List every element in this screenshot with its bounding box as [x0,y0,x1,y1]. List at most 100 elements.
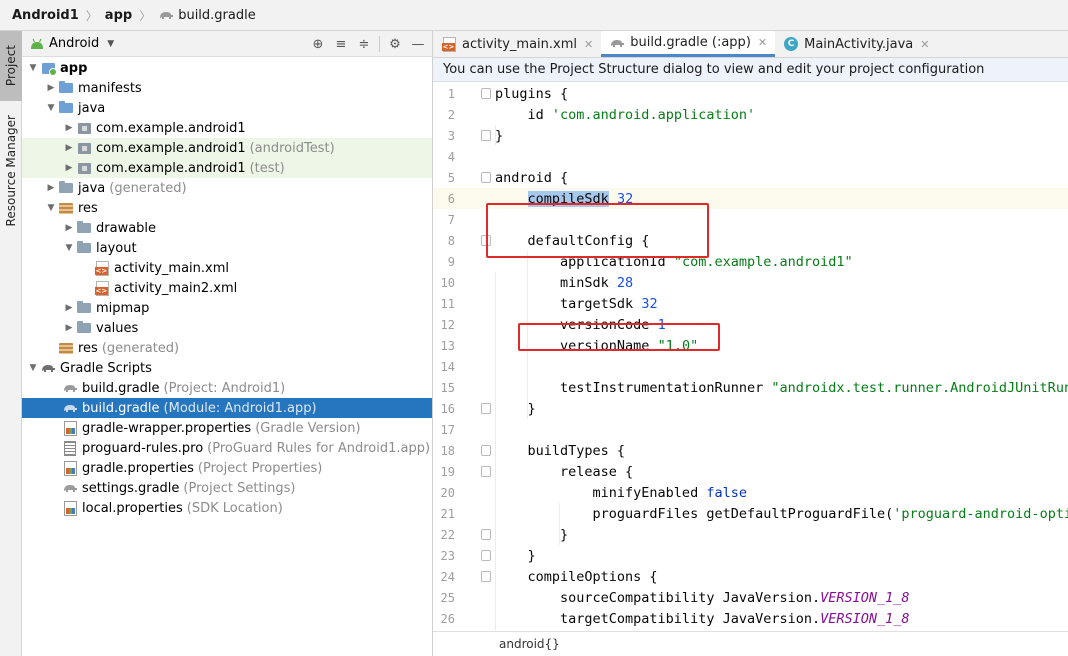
tree-item-java-generated[interactable]: ▶ java (generated) [22,178,432,198]
tree-item-mipmap[interactable]: ▶ mipmap [22,298,432,318]
tree-item-gradle-scripts[interactable]: ▼ Gradle Scripts [22,358,432,378]
tree-item-build-gradle-project[interactable]: build.gradle (Project: Android1) [22,378,432,398]
properties-file-icon [63,500,77,516]
fold-icon[interactable] [481,403,491,414]
chevron-right-icon[interactable]: ▶ [44,183,58,193]
tree-item-proguard-rules[interactable]: proguard-rules.pro (ProGuard Rules for A… [22,438,432,458]
code-breadcrumb[interactable]: android{} [433,631,1068,656]
fold-icon[interactable] [481,88,491,99]
line-number: 16 [440,401,455,416]
tree-item-label: com.example.android1 [96,120,246,136]
tree-item-label: drawable [96,220,157,236]
project-view-selector[interactable]: Android [49,36,99,51]
tree-item-package-main[interactable]: ▶ com.example.android1 [22,118,432,138]
minimize-icon[interactable]: — [410,36,426,52]
code-constant: VERSION_1_8 [820,610,910,627]
tree-item-gradle-properties[interactable]: gradle.properties (Project Properties) [22,458,432,478]
fold-icon[interactable] [481,445,491,456]
tab-activity-main-xml[interactable]: activity_main.xml ✕ [433,31,601,57]
code-line: 5 android { [433,167,1068,188]
chevron-down-icon[interactable]: ▼ [26,363,40,373]
tree-item-activity-main-xml[interactable]: activity_main.xml [22,258,432,278]
tree-item-local-properties[interactable]: local.properties (SDK Location) [22,498,432,518]
close-icon[interactable]: ✕ [584,38,593,51]
tree-item-label: activity_main2.xml [114,280,238,296]
resources-folder-icon [59,202,73,214]
fold-icon[interactable] [481,571,491,582]
line-number: 22 [440,527,455,542]
breadcrumb-project[interactable]: Android1 [12,8,79,23]
code-breadcrumb-label: android{} [499,637,560,651]
tree-item-package-androidtest[interactable]: ▶ com.example.android1 (androidTest) [22,138,432,158]
project-tree: ▼ app ▶ manifests ▼ java ▶ com.example.a… [22,57,432,518]
tree-item-gradle-wrapper-properties[interactable]: gradle-wrapper.properties (Gradle Versio… [22,418,432,438]
package-icon [77,122,91,134]
fold-icon[interactable] [481,550,491,561]
tree-item-drawable[interactable]: ▶ drawable [22,218,432,238]
code-text: targetSdk 32 [495,296,658,312]
properties-file-icon [63,420,77,436]
line-number: 18 [440,443,455,458]
line-number: 24 [440,569,455,584]
tree-item-res[interactable]: ▼ res [22,198,432,218]
tree-item-layout[interactable]: ▼ layout [22,238,432,258]
chevron-right-icon[interactable]: ▶ [62,303,76,313]
code-string: "androidx.test.runner.AndroidJUnitRunner… [771,379,1068,396]
expand-all-icon[interactable]: ≡ [333,36,349,52]
code-text: plugins { [495,85,569,102]
tree-item-label: build.gradle [82,380,160,396]
collapse-all-icon[interactable]: ≑ [356,36,372,52]
line-number: 13 [440,338,455,353]
chevron-down-icon[interactable]: ▼ [44,203,58,213]
banner-text: You can use the Project Structure dialog… [443,62,985,77]
chevron-right-icon[interactable]: ▶ [62,223,76,233]
code-number: 32 [641,295,658,312]
chevron-right-icon[interactable]: ▶ [62,163,76,173]
module-folder-icon [41,62,57,76]
fold-icon[interactable] [481,466,491,477]
breadcrumb-module[interactable]: app [105,8,132,23]
resource-manager-tool-tab[interactable]: Resource Manager [0,111,22,231]
chevron-right-icon[interactable]: ▶ [62,123,76,133]
code-line: 20 minifyEnabled false [433,482,1068,503]
fold-icon[interactable] [481,130,491,141]
code-token: sourceCompatibility JavaVersion. [495,589,821,606]
resource-manager-tool-label: Resource Manager [4,115,18,227]
close-icon[interactable]: ✕ [920,38,929,51]
close-icon[interactable]: ✕ [758,36,767,49]
tab-mainactivity-java[interactable]: C MainActivity.java ✕ [775,31,937,57]
project-structure-banner: You can use the Project Structure dialog… [433,58,1068,82]
tree-item-package-test[interactable]: ▶ com.example.android1 (test) [22,158,432,178]
chevron-down-icon[interactable]: ▼ [44,103,58,113]
tree-item-manifests[interactable]: ▶ manifests [22,78,432,98]
breadcrumb-separator-icon: 〉 [139,8,152,23]
chevron-down-icon[interactable]: ▼ [26,63,40,73]
gear-icon[interactable]: ⚙ [387,36,403,52]
tree-item-settings-gradle[interactable]: settings.gradle (Project Settings) [22,478,432,498]
fold-icon[interactable] [481,172,491,183]
tree-item-build-gradle-module[interactable]: build.gradle (Module: Android1.app) [22,398,432,418]
chevron-right-icon[interactable]: ▶ [62,323,76,333]
chevron-right-icon[interactable]: ▶ [62,143,76,153]
code-line: 1 plugins { [433,83,1068,104]
locate-icon[interactable]: ⊕ [310,36,326,52]
tab-build-gradle-app[interactable]: build.gradle (:app) ✕ [601,31,776,57]
tree-item-java[interactable]: ▼ java [22,98,432,118]
project-tool-tab[interactable]: Project [0,31,22,101]
line-number: 12 [440,317,455,332]
code-editor[interactable]: 1 plugins { 2 id 'com.android.application… [433,83,1068,631]
breadcrumb-file-label: build.gradle [178,7,256,23]
tree-item-values[interactable]: ▶ values [22,318,432,338]
tree-item-secondary: (Project Properties) [197,460,323,476]
tree-item-app[interactable]: ▼ app [22,58,432,78]
chevron-right-icon[interactable]: ▶ [44,83,58,93]
tree-item-res-generated[interactable]: res (generated) [22,338,432,358]
breadcrumb-file[interactable]: build.gradle [158,8,256,23]
fold-icon[interactable] [481,529,491,540]
chevron-down-icon[interactable]: ▼ [107,39,114,49]
tree-item-activity-main2-xml[interactable]: activity_main2.xml [22,278,432,298]
code-token: minSdk [495,274,617,291]
chevron-down-icon[interactable]: ▼ [62,243,76,253]
breadcrumb: Android1 〉 app 〉 build.gradle [0,0,1068,31]
tree-item-label: build.gradle [82,400,160,416]
